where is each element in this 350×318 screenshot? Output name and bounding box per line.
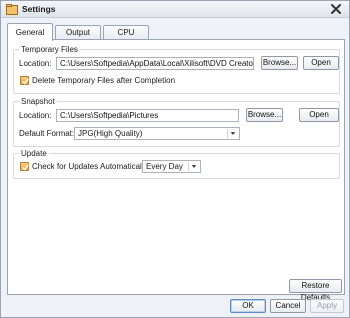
temp-location-label: Location: bbox=[19, 59, 52, 68]
restore-defaults-button[interactable]: Restore Defaults bbox=[289, 279, 342, 302]
chevron-down-icon bbox=[227, 129, 236, 138]
delete-temp-checkbox[interactable] bbox=[20, 76, 29, 85]
temporary-files-group-label: Temporary Files bbox=[19, 45, 80, 54]
temp-location-field[interactable]: C:\Users\Softpedia\AppData\Local\Xilisof… bbox=[56, 57, 254, 70]
settings-app-icon bbox=[6, 4, 18, 15]
tab-cpu[interactable]: CPU bbox=[103, 25, 149, 40]
snapshot-browse-button[interactable]: Browse... bbox=[246, 108, 283, 122]
default-format-label: Default Format: bbox=[19, 129, 75, 138]
temp-browse-button[interactable]: Browse... bbox=[261, 56, 298, 70]
delete-temp-label: Delete Temporary Files after Completion bbox=[32, 76, 176, 85]
update-frequency-select[interactable]: Every Day bbox=[142, 160, 201, 173]
title-bar[interactable]: Settings bbox=[1, 1, 349, 18]
checkmark-icon bbox=[22, 78, 29, 85]
snapshot-open-button[interactable]: Open bbox=[299, 108, 339, 122]
default-format-value: JPG(High Quality) bbox=[78, 129, 143, 138]
window-title: Settings bbox=[22, 4, 56, 14]
snapshot-group-label: Snapshot bbox=[19, 97, 57, 106]
temporary-files-group: Temporary Files Location: C:\Users\Softp… bbox=[13, 45, 340, 94]
snapshot-location-field[interactable]: C:\Users\Softpedia\Pictures bbox=[56, 109, 239, 122]
cancel-button[interactable]: Cancel bbox=[270, 299, 306, 313]
tab-general[interactable]: General bbox=[7, 23, 53, 41]
snapshot-location-label: Location: bbox=[19, 111, 52, 120]
tab-output[interactable]: Output bbox=[55, 25, 101, 40]
ok-button[interactable]: OK bbox=[230, 299, 266, 313]
update-group: Update Check for Updates Automatically: … bbox=[13, 149, 340, 179]
chevron-down-icon bbox=[188, 162, 197, 171]
apply-button[interactable]: Apply bbox=[310, 299, 344, 313]
auto-update-checkbox[interactable] bbox=[20, 162, 29, 171]
default-format-select[interactable]: JPG(High Quality) bbox=[74, 127, 240, 140]
update-group-label: Update bbox=[19, 149, 49, 158]
settings-window: Settings General Output CPU Temporary Fi… bbox=[0, 0, 350, 318]
snapshot-group: Snapshot Location: C:\Users\Softpedia\Pi… bbox=[13, 97, 340, 147]
general-panel: Temporary Files Location: C:\Users\Softp… bbox=[7, 39, 345, 302]
close-icon[interactable] bbox=[329, 2, 343, 16]
temp-open-button[interactable]: Open bbox=[303, 56, 339, 70]
auto-update-label: Check for Updates Automatically: bbox=[32, 162, 150, 171]
update-frequency-value: Every Day bbox=[146, 162, 183, 171]
checkmark-icon bbox=[22, 164, 29, 171]
